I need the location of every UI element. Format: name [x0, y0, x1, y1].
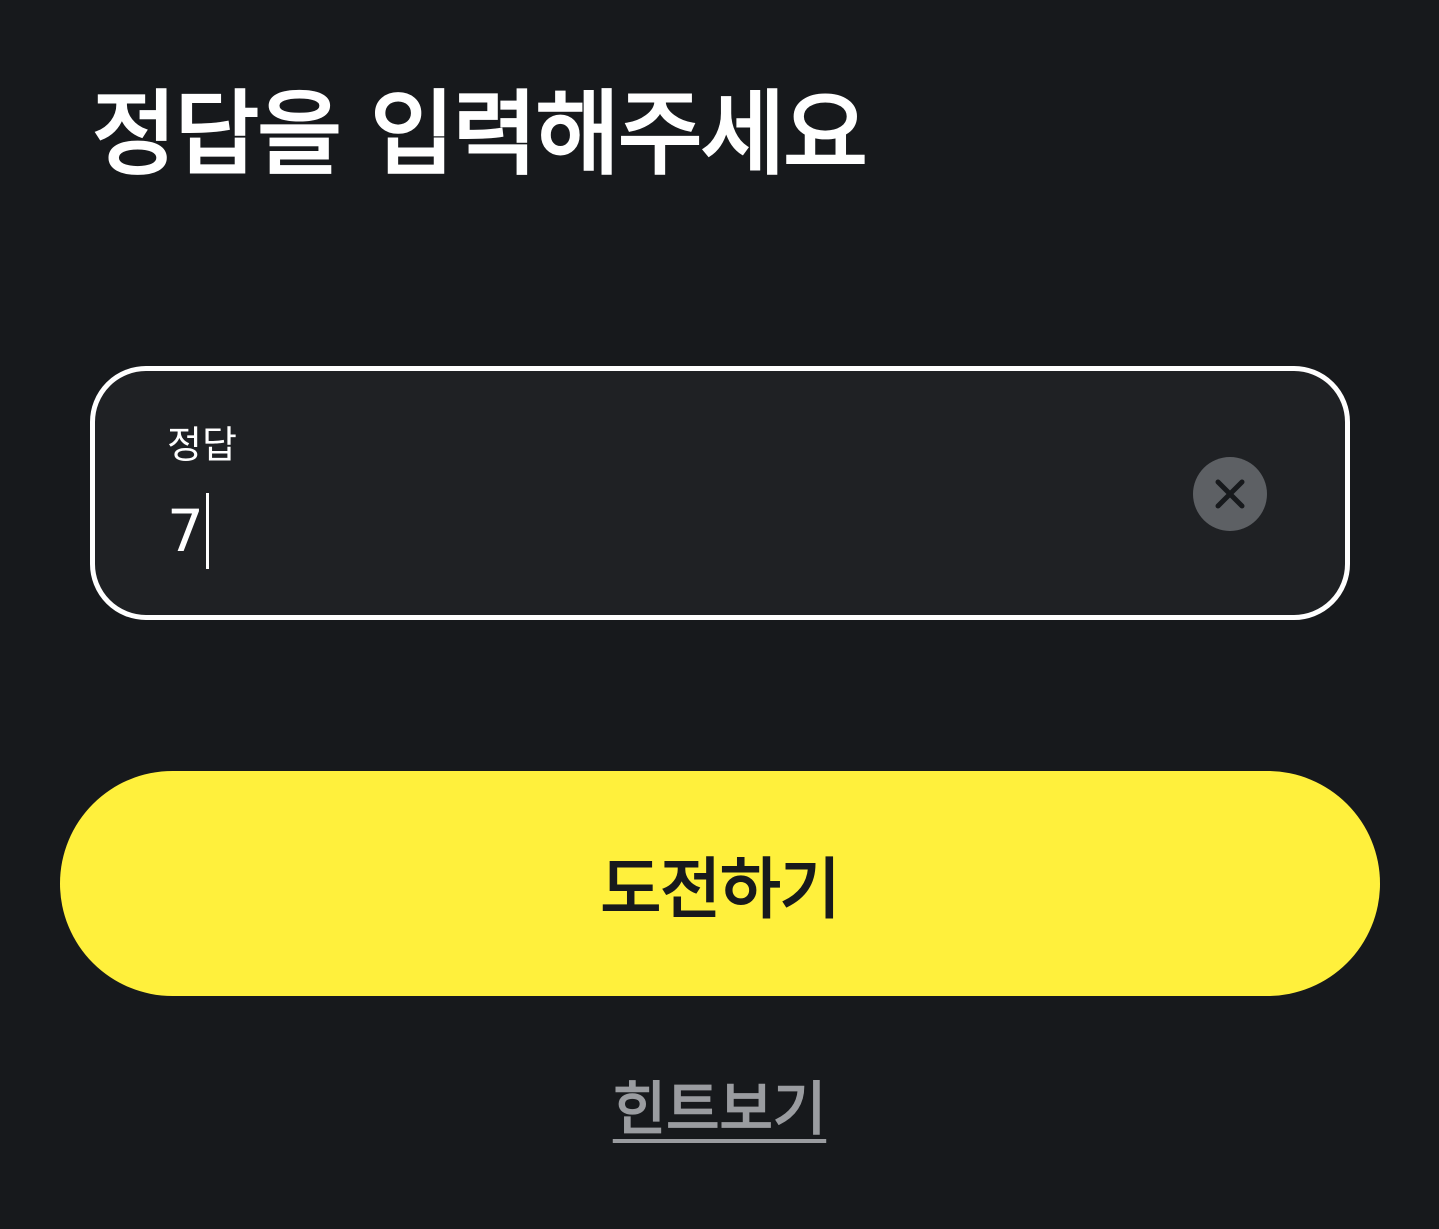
- page-title: 정답을 입력해주세요: [92, 81, 868, 188]
- clear-input-button[interactable]: [1193, 457, 1267, 531]
- hint-link-container: 힌트보기: [0, 1062, 1439, 1146]
- answer-input-value: 7: [167, 497, 204, 565]
- answer-field-label: 정답: [167, 423, 237, 467]
- submit-button-label: 도전하기: [600, 851, 841, 926]
- submit-button[interactable]: 도전하기: [60, 771, 1380, 996]
- answer-input[interactable]: 7: [167, 493, 209, 569]
- hint-link[interactable]: 힌트보기: [613, 1075, 826, 1143]
- text-caret: [205, 493, 209, 569]
- answer-field[interactable]: 정답 7: [90, 366, 1350, 620]
- answer-screen: 정답을 입력해주세요 정답 7 도전하기 힌트보기: [0, 0, 1439, 1229]
- close-icon: [1215, 479, 1245, 509]
